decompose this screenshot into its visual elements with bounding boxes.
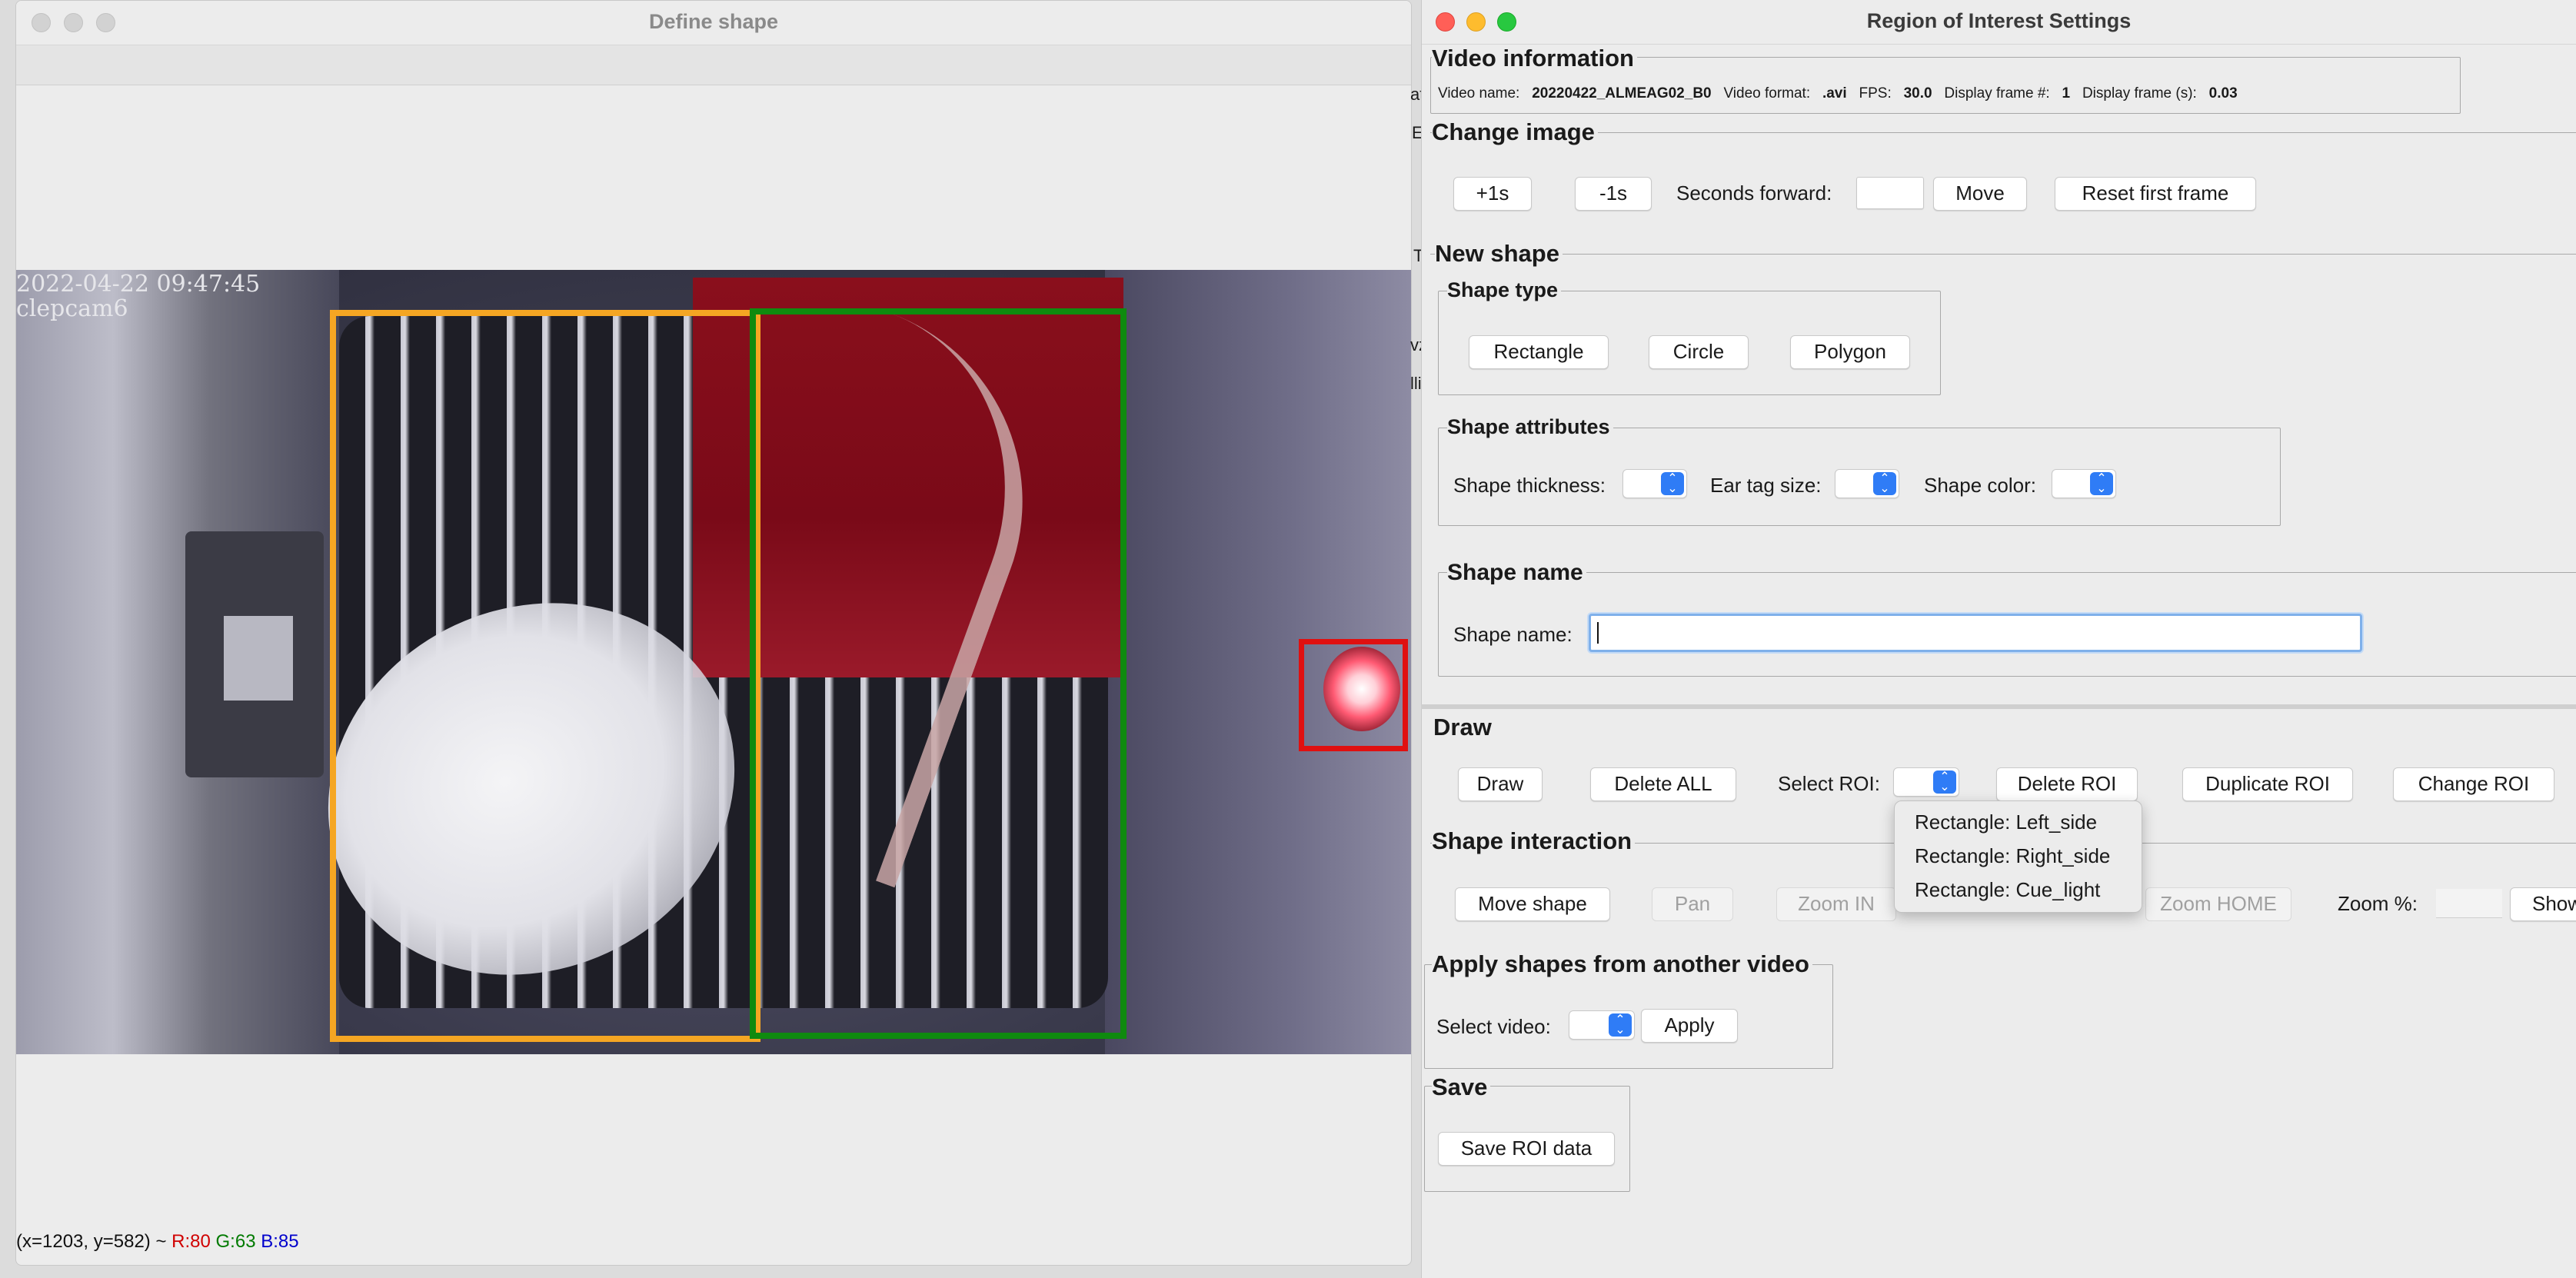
display-seconds-value: 0.03 (2208, 85, 2238, 102)
circle-button[interactable]: Circle (1649, 335, 1749, 369)
ear-tag-size-label: Ear tag size: (1710, 474, 1822, 497)
shape-thickness-select[interactable]: ⌃ ⌄ (1622, 469, 1687, 498)
zoom-percent-label: Zoom %: (2338, 892, 2418, 915)
stepper-icon: ⌃ ⌄ (1609, 1013, 1632, 1037)
background-window-text: lli (1410, 374, 1422, 393)
minus-1s-button[interactable]: -1s (1575, 177, 1652, 211)
roi-right-side[interactable] (750, 308, 1127, 1039)
left-toolbar (16, 45, 1411, 85)
right-title-bar: Region of Interest Settings (1422, 0, 2576, 45)
divider (1421, 704, 2576, 709)
display-seconds-label: Display frame (s): (2082, 85, 2197, 102)
apply-button[interactable]: Apply (1641, 1009, 1738, 1043)
change-image-title: Change image (1432, 118, 1598, 146)
video-format-value: .avi (1822, 85, 1847, 102)
shape-color-label: Shape color: (1924, 474, 2036, 497)
ear-tag-size-select[interactable]: ⌃ ⌄ (1835, 469, 1899, 498)
divider (1430, 132, 2576, 133)
shape-name-label: Shape name: (1453, 623, 1573, 646)
reset-first-frame-button[interactable]: Reset first frame (2055, 177, 2256, 211)
video-info-line: Video name: 20220422_ALMEAG02_B0 Video f… (1438, 85, 2238, 102)
roi-option-cue-light[interactable]: Rectangle: Cue_light (1915, 878, 2100, 902)
cursor-coords: (x=1203, y=582) ~ (16, 1231, 172, 1252)
video-format-label: Video format: (1723, 85, 1811, 102)
red-value: R:80 (171, 1231, 211, 1252)
window-title: Region of Interest Settings (1866, 9, 2132, 32)
show-button[interactable]: Show (2510, 887, 2576, 921)
draw-button[interactable]: Draw (1458, 767, 1543, 801)
window-title: Define shape (648, 10, 779, 33)
pan-button[interactable]: Pan (1652, 887, 1733, 921)
select-roi-dropdown[interactable]: ⌃ ⌄ (1893, 767, 1959, 797)
draw-title: Draw (1433, 714, 1495, 741)
apply-shapes-title: Apply shapes from another video (1432, 950, 1812, 978)
zoom-percent-input[interactable] (2436, 889, 2502, 918)
move-shape-button[interactable]: Move shape (1455, 887, 1610, 921)
stepper-icon: ⌃ ⌄ (1873, 472, 1896, 495)
roi-option-left-side[interactable]: Rectangle: Left_side (1915, 810, 2097, 834)
left-title-bar: Define shape (16, 1, 1411, 45)
display-frame-label: Display frame #: (1944, 85, 2050, 102)
camera-overlay: clepcam6 (16, 295, 128, 322)
duplicate-roi-button[interactable]: Duplicate ROI (2182, 767, 2353, 801)
roi-cue-light[interactable] (1299, 639, 1408, 751)
blue-value: B:85 (261, 1231, 299, 1252)
rectangle-button[interactable]: Rectangle (1469, 335, 1609, 369)
fps-label: FPS: (1859, 85, 1892, 102)
video-info-title: Video information (1432, 45, 1637, 72)
shape-interaction-title: Shape interaction (1432, 827, 1636, 855)
divider (1430, 254, 2576, 255)
select-roi-label: Select ROI: (1778, 772, 1880, 795)
pixel-status-bar: (x=1203, y=582) ~ R:80 G:63 B:85 (16, 1231, 299, 1253)
stepper-icon: ⌃ ⌄ (1933, 770, 1956, 794)
text-caret (1597, 622, 1599, 644)
stepper-icon: ⌃ ⌄ (2090, 472, 2113, 495)
zoom-home-button[interactable]: Zoom HOME (2145, 887, 2291, 921)
change-roi-button[interactable]: Change ROI (2393, 767, 2554, 801)
shape-color-select[interactable]: ⌃ ⌄ (2052, 469, 2116, 498)
timestamp-overlay: 2022-04-22 09:47:45 (16, 271, 261, 298)
delete-all-button[interactable]: Delete ALL (1590, 767, 1736, 801)
video-frame[interactable]: 2022-04-22 09:47:45 clepcam6 (16, 270, 1411, 1054)
video-name-value: 20220422_ALMEAG02_B0 (1532, 85, 1712, 102)
select-video-label: Select video: (1436, 1015, 1551, 1038)
polygon-button[interactable]: Polygon (1790, 335, 1910, 369)
shape-name-title: Shape name (1447, 560, 1586, 586)
shape-name-input[interactable] (1589, 614, 2362, 652)
display-frame-value: 1 (2062, 85, 2071, 102)
move-button[interactable]: Move (1933, 177, 2027, 211)
roi-option-right-side[interactable]: Rectangle: Right_side (1915, 844, 2110, 868)
select-video-dropdown[interactable]: ⌃ ⌄ (1569, 1010, 1635, 1040)
save-roi-data-button[interactable]: Save ROI data (1438, 1132, 1615, 1166)
video-name-label: Video name: (1438, 85, 1520, 102)
new-shape-title: New shape (1435, 240, 1563, 268)
zoom-in-button[interactable]: Zoom IN (1776, 887, 1896, 921)
shape-attributes-title: Shape attributes (1447, 415, 1613, 439)
roi-dropdown-menu: Rectangle: Left_side Rectangle: Right_si… (1894, 800, 2142, 913)
seconds-forward-input[interactable] (1856, 177, 1924, 209)
plus-1s-button[interactable]: +1s (1453, 177, 1532, 211)
shape-thickness-label: Shape thickness: (1453, 474, 1606, 497)
roi-left-side[interactable] (330, 310, 760, 1042)
shape-type-title: Shape type (1447, 278, 1562, 302)
delete-roi-button[interactable]: Delete ROI (1996, 767, 2138, 801)
define-shape-window: Define shape 2022-04-22 09:47:45 clepcam… (15, 0, 1412, 1266)
green-value: G:63 (215, 1231, 256, 1252)
seconds-forward-label: Seconds forward: (1676, 181, 1832, 205)
stepper-icon: ⌃ ⌄ (1661, 472, 1684, 495)
save-title: Save (1432, 1073, 1491, 1101)
lever (224, 616, 293, 701)
fps-value: 30.0 (1903, 85, 1932, 102)
